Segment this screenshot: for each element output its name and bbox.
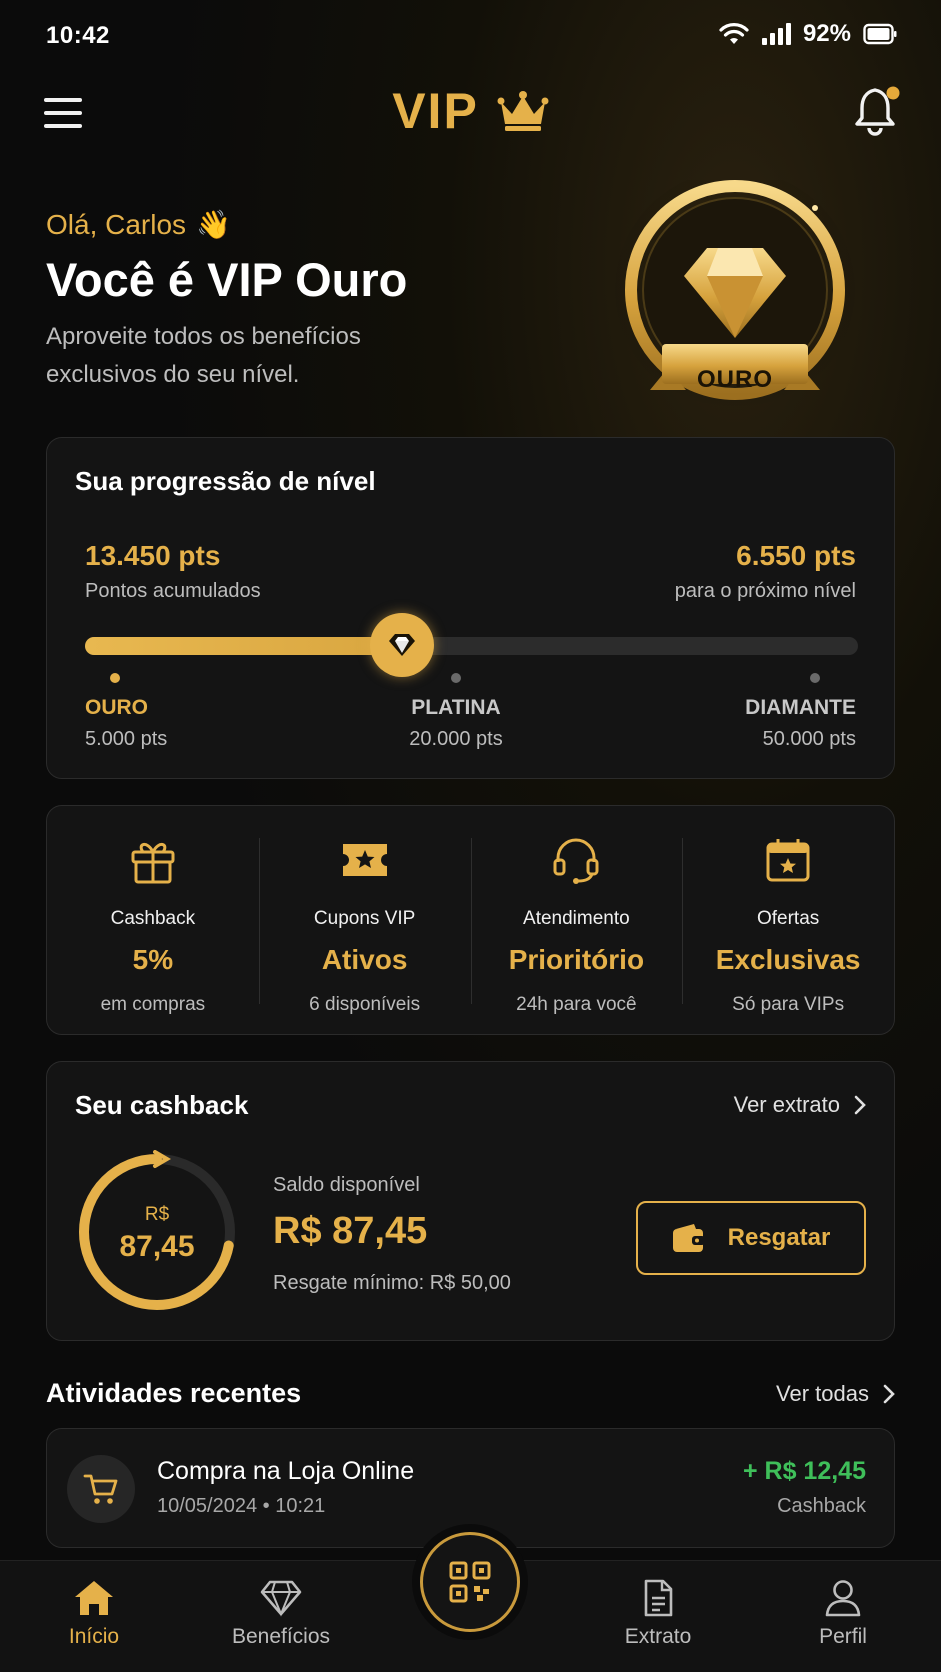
level-pts-ouro: 5.000 pts <box>85 728 168 750</box>
nav-label: Benefícios <box>231 1625 331 1648</box>
benefit-value: 5% <box>132 944 174 975</box>
greeting: Olá, Carlos 👋 <box>46 208 231 241</box>
bell-icon[interactable] <box>853 84 901 136</box>
headset-icon <box>553 838 599 884</box>
diamond-icon <box>260 1580 302 1617</box>
benefit-atendimento[interactable]: Atendimento Prioritório 24h para você <box>470 806 683 1034</box>
vip-screen: 10:42 92% VIP Olá, Carlos 👋 Você é VIP O… <box>0 0 941 1672</box>
level-name-ouro: OURO <box>85 696 148 719</box>
nav-label: Início <box>68 1625 120 1648</box>
see-all-label: Ver todas <box>776 1381 869 1406</box>
status-time: 10:42 <box>46 22 110 49</box>
progress-title: Sua progressão de nível <box>75 466 376 496</box>
progress-track <box>85 613 858 677</box>
greeting-text: Olá, Carlos <box>46 208 187 240</box>
progress-knob[interactable] <box>369 613 434 677</box>
status-icons: 92% <box>719 20 897 48</box>
cart-icon <box>83 1474 118 1504</box>
brand: VIP <box>0 82 941 140</box>
benefit-label: Ofertas <box>756 908 820 929</box>
benefits-card: Cashback 5% em compras Cupons VIP Ativos… <box>46 805 895 1035</box>
nav-label: Perfil <box>819 1625 867 1648</box>
remaining-label: para o próximo nível <box>674 580 856 602</box>
benefit-ofertas[interactable]: Ofertas Exclusivas Só para VIPs <box>682 806 894 1034</box>
remaining-value: 6.550 pts <box>736 540 856 571</box>
user-icon <box>825 1580 861 1617</box>
activity-title: Compra na Loja Online <box>157 1457 415 1485</box>
redeem-button[interactable]: Resgatar <box>636 1201 866 1275</box>
benefit-sub: 6 disponíveis <box>309 994 421 1015</box>
document-icon <box>644 1579 673 1617</box>
benefit-sub: em compras <box>100 994 206 1015</box>
level-pts-diamante: 50.000 pts <box>762 728 856 750</box>
balance-value: R$ 87,45 <box>273 1210 428 1252</box>
qr-code-icon <box>449 1561 491 1603</box>
benefit-label: Atendimento <box>523 908 630 929</box>
statement-link[interactable]: Ver extrato <box>734 1092 866 1118</box>
gift-icon <box>131 843 175 884</box>
crown-icon <box>497 91 549 131</box>
page-title: VIP <box>392 83 479 139</box>
wave-emoji: 👋 <box>196 209 231 240</box>
ring-value: 87,45 <box>119 1230 195 1263</box>
chevron-right-icon <box>883 1384 895 1404</box>
wifi-icon <box>719 23 749 44</box>
nav-beneficios[interactable]: Benefícios <box>211 1579 351 1649</box>
nav-extrato[interactable]: Extrato <box>588 1579 728 1649</box>
hero-subtitle: Aproveite todos os benefícios exclusivos… <box>46 323 361 388</box>
home-icon <box>75 1581 113 1615</box>
diamond-icon <box>388 634 415 656</box>
activity-amount: + R$ 12,45 <box>742 1457 866 1485</box>
progress-fill <box>85 637 402 655</box>
wallet-icon <box>672 1224 705 1252</box>
points-value: 13.450 pts <box>85 540 221 571</box>
activities-title: Atividades recentes <box>46 1378 302 1408</box>
badge-label: OURO <box>697 366 773 393</box>
hero-title: Você é VIP Ouro <box>46 253 408 306</box>
level-dot-diamante <box>810 673 820 683</box>
balance-label: Saldo disponível <box>273 1174 420 1196</box>
activity-item[interactable]: Compra na Loja Online 10/05/2024 • 10:21… <box>46 1428 895 1548</box>
benefit-value: Exclusivas <box>715 944 861 975</box>
ring-currency: R$ <box>144 1204 170 1225</box>
level-progress-card: Sua progressão de nível 13.450 pts Ponto… <box>46 437 895 779</box>
level-dot-platina <box>451 673 461 683</box>
qr-scan-button[interactable] <box>420 1532 520 1632</box>
benefit-cupons[interactable]: Cupons VIP Ativos 6 disponíveis <box>258 806 471 1034</box>
cashback-title: Seu cashback <box>75 1090 249 1120</box>
app-header: VIP <box>0 72 941 158</box>
ouro-badge: OURO <box>610 170 860 420</box>
statement-link-label: Ver extrato <box>733 1092 840 1117</box>
activity-kind: Cashback <box>777 1495 866 1517</box>
activity-icon-wrap <box>67 1455 135 1523</box>
level-name-diamante: DIAMANTE <box>745 696 856 719</box>
ticket-icon <box>342 844 387 876</box>
points-label: Pontos acumulados <box>85 580 261 602</box>
chevron-right-icon <box>854 1095 866 1115</box>
benefit-label: Cupons VIP <box>313 908 416 929</box>
level-name-platina: PLATINA <box>411 696 501 719</box>
benefit-sub: 24h para você <box>516 994 637 1015</box>
calendar-star-icon <box>766 839 810 882</box>
signal-icon <box>761 23 791 45</box>
cashback-card: Seu cashback Ver extrato R$ 87,45 Saldo … <box>46 1061 895 1341</box>
redeem-button-label: Resgatar <box>727 1224 831 1251</box>
benefit-sub: Só para VIPs <box>732 994 845 1015</box>
nav-label: Extrato <box>624 1625 692 1648</box>
status-bar: 10:42 92% <box>0 0 941 72</box>
level-dot-ouro <box>110 673 120 683</box>
benefit-label: Cashback <box>110 908 196 929</box>
nav-inicio[interactable]: Início <box>24 1579 164 1649</box>
battery-icon <box>863 23 897 45</box>
nav-perfil[interactable]: Perfil <box>773 1579 913 1649</box>
activity-date: 10/05/2024 • 10:21 <box>157 1495 326 1517</box>
level-pts-platina: 20.000 pts <box>409 728 503 750</box>
minimum-redeem: Resgate mínimo: R$ 50,00 <box>273 1272 511 1294</box>
benefit-cashback[interactable]: Cashback 5% em compras <box>47 806 259 1034</box>
see-all-link[interactable]: Ver todas <box>776 1381 895 1407</box>
benefit-value: Ativos <box>321 944 408 975</box>
benefit-value: Prioritório <box>508 944 645 975</box>
battery-percent: 92% <box>802 20 851 47</box>
